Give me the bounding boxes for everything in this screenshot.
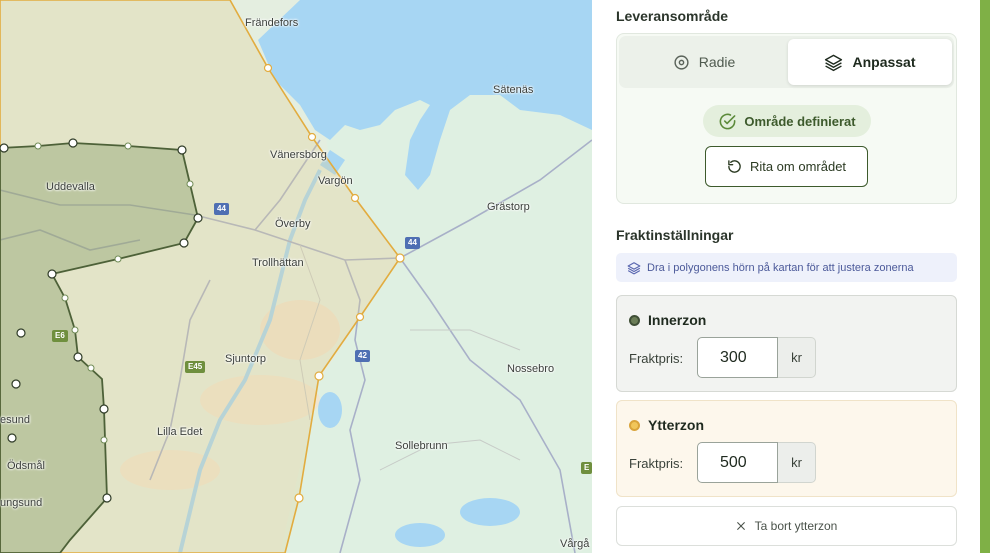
map-label-sjuntorp: Sjuntorp: [225, 353, 266, 365]
radius-icon: [674, 54, 689, 70]
map-label-odsmal: Ödsmål: [7, 460, 45, 472]
road-shield-e6: E6: [52, 330, 68, 342]
map-label-overby: Överby: [275, 218, 311, 230]
close-icon: [736, 522, 745, 530]
inner-zone-color-dot: [629, 314, 640, 326]
redraw-area-button[interactable]: Rita om området: [705, 146, 868, 187]
area-status-badge: Område definierat: [703, 105, 871, 137]
redraw-area-label: Rita om området: [749, 159, 847, 174]
page-scrollbar[interactable]: [980, 0, 990, 553]
polygon-hint-text: Dra i polygonens hörn på kartan för att …: [647, 261, 914, 274]
delivery-area-title: Leveransområde: [616, 8, 729, 24]
outer-zone-name: Ytterzon: [648, 417, 704, 433]
area-status-text: Område definierat: [744, 113, 856, 129]
map-label-ungsund: ungsund: [0, 497, 43, 509]
outer-price-unit: kr: [778, 442, 816, 483]
area-mode-switch: Radie Anpassat: [619, 36, 954, 88]
map-label-vargon: Vargön: [318, 175, 353, 187]
outer-zone-color-dot: [629, 419, 640, 431]
map-label-trollhattan: Trollhättan: [252, 257, 304, 269]
map-label-frandefors: Frändefors: [245, 17, 299, 29]
map-label-grastorp: Grästorp: [487, 201, 530, 213]
redo-icon: [728, 160, 741, 173]
map-label-nossebro: Nossebro: [507, 363, 555, 375]
map-label-vanersborg: Vänersborg: [270, 149, 327, 161]
check-circle-icon: [719, 113, 736, 129]
road-shield-42: 42: [355, 350, 370, 362]
settings-panel: Leveransområde Radie Anpassat Område def…: [592, 0, 980, 553]
outer-price-label: Fraktpris:: [629, 456, 684, 471]
inner-zone-title: Innerzon: [629, 312, 706, 328]
road-shield-e45: E45: [185, 361, 206, 373]
outer-zone-card: Ytterzon Fraktpris: 500 kr: [616, 400, 957, 497]
mode-radius-button[interactable]: Radie: [622, 39, 786, 85]
road-shield-44: 44: [214, 203, 229, 215]
road-shield-e: E: [581, 462, 592, 474]
map-label-uddevalla: Uddevalla: [46, 181, 95, 193]
mode-custom-button[interactable]: Anpassat: [788, 39, 952, 85]
road-shield-44: 44: [405, 237, 420, 249]
mode-radius-label: Radie: [698, 54, 736, 70]
outer-price-input[interactable]: 500: [697, 442, 778, 483]
inner-zone-name: Innerzon: [648, 312, 707, 328]
map-view[interactable]: Frändefors Sätenäs Vänersborg Vargön Udd…: [0, 0, 592, 553]
freight-settings-title: Fraktinställningar: [616, 227, 734, 243]
remove-outer-zone-button[interactable]: Ta bort ytterzon: [616, 506, 957, 546]
layers-icon: [825, 54, 843, 71]
map-label-satenas: Sätenäs: [493, 84, 534, 96]
mode-custom-label: Anpassat: [852, 54, 916, 70]
delivery-area-box: Radie Anpassat Område definierat Rita om…: [616, 33, 957, 204]
layers-icon: [627, 261, 641, 274]
outer-zone-title: Ytterzon: [629, 417, 704, 433]
inner-price-label: Fraktpris:: [629, 351, 684, 366]
inner-price-input[interactable]: 300: [697, 337, 778, 378]
map-canvas[interactable]: [0, 0, 592, 553]
inner-price-unit: kr: [778, 337, 816, 378]
polygon-hint: Dra i polygonens hörn på kartan för att …: [616, 253, 957, 282]
map-label-varga: Vårgå: [560, 538, 590, 550]
map-label-lilla-edet: Lilla Edet: [157, 426, 203, 438]
map-label-esund: esund: [0, 414, 30, 426]
inner-zone-card: Innerzon Fraktpris: 300 kr: [616, 295, 957, 392]
map-label-sollebrunn: Sollebrunn: [395, 440, 448, 452]
remove-outer-zone-label: Ta bort ytterzon: [754, 519, 838, 533]
